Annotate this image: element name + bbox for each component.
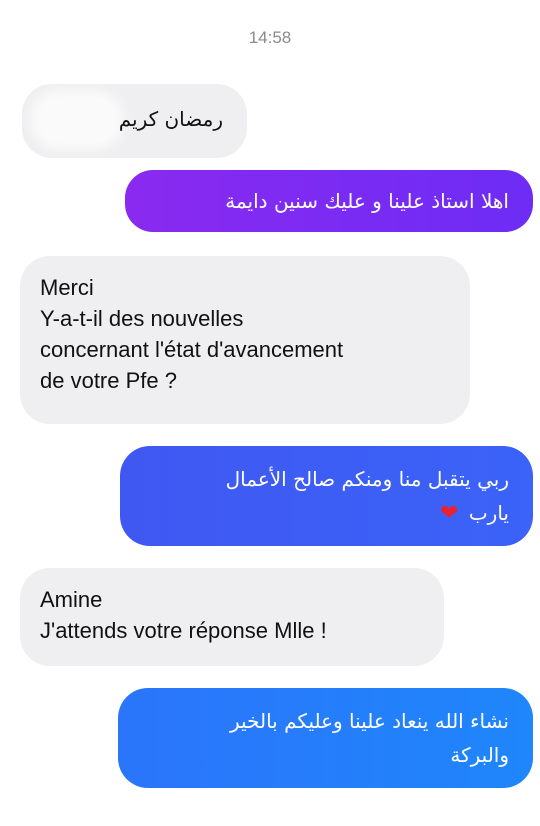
received-message-bubble[interactable]: Amine J'attends votre réponse Mlle ! [20,568,444,666]
message-line: Amine [40,587,103,612]
message-line: Merci [40,275,94,300]
received-message-bubble[interactable]: رمضان كريم [22,84,247,158]
message-line: de votre Pfe ? [40,368,177,393]
sent-message-bubble[interactable]: ربي يتقبل منا ومنكم صالح الأعمال يارب ❤ [120,446,533,546]
message-text: اهلا استاذ علينا و عليك سنين دايمة [225,189,509,213]
message-timestamp: 14:58 [248,28,292,47]
message-line: والبركة [450,743,509,767]
message-line: نشاء الله ينعاد علينا وعليكم بالخير [230,709,509,733]
message-line: ربي يتقبل منا ومنكم صالح الأعمال [225,467,509,491]
message-line: يارب [468,501,509,525]
message-text: رمضان كريم [118,107,223,131]
message-line: Y-a-t-il des nouvelles [40,306,244,331]
message-line-with-emoji: يارب ❤ [144,496,509,531]
red-heart-icon: ❤ [440,501,459,526]
received-message-bubble[interactable]: Merci Y-a-t-il des nouvelles concernant … [20,256,470,424]
message-line: concernant l'état d'avancement [40,337,344,362]
sent-message-bubble[interactable]: نشاء الله ينعاد علينا وعليكم بالخير والب… [118,688,533,788]
sent-message-bubble[interactable]: اهلا استاذ علينا و عليك سنين دايمة [125,170,533,232]
message-line: J'attends votre réponse Mlle ! [40,618,327,643]
